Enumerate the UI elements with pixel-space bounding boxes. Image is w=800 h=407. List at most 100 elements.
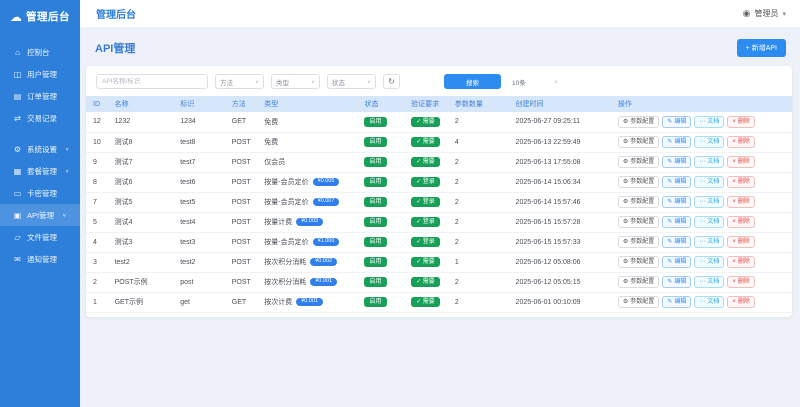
edit-button[interactable]: ✎ 编辑 xyxy=(662,115,692,128)
params-button[interactable]: ⚙ 参数配置 xyxy=(617,216,660,228)
edit-button[interactable]: ✎ 编辑 xyxy=(662,236,692,248)
edit-button[interactable]: ✎ 编辑 xyxy=(662,296,692,308)
sidebar-item-cards[interactable]: ▭ 卡密管理 xyxy=(0,182,80,204)
docs-button[interactable]: ⋯ 文档 xyxy=(694,216,725,228)
page-size-select[interactable]: 10条 ∨ xyxy=(509,74,561,89)
type-label: 免费 xyxy=(264,118,279,126)
docs-button[interactable]: ⋯ 文档 xyxy=(694,256,725,268)
delete-button[interactable]: × 删除 xyxy=(727,236,755,248)
chevron-down-icon: ∨ xyxy=(310,79,315,84)
sidebar-item-settings[interactable]: ⚙ 系统设置 ∨ xyxy=(0,138,80,160)
cell-type: 按次积分消耗 ¥0.001 xyxy=(258,272,359,293)
edit-button-label: 编辑 xyxy=(674,139,687,145)
params-button-label: 参数配置 xyxy=(630,219,655,225)
delete-button[interactable]: × 删除 xyxy=(727,276,755,288)
params-button[interactable]: ⚙ 参数配置 xyxy=(617,115,660,128)
cell-name: POST示例 xyxy=(108,272,175,293)
params-button[interactable]: ⚙ 参数配置 xyxy=(617,276,660,288)
chevron-down-icon: ∨ xyxy=(553,79,558,84)
delete-button[interactable]: × 删除 xyxy=(727,256,755,268)
status-select[interactable]: 状态 ∨ xyxy=(327,74,376,89)
edit-button[interactable]: ✎ 编辑 xyxy=(662,216,692,228)
price-badge: ¥0.007 xyxy=(312,197,340,207)
column-header: 创建时间 xyxy=(509,96,612,112)
delete-button[interactable]: × 删除 xyxy=(727,196,755,208)
search-button[interactable]: 搜索 xyxy=(444,74,501,89)
cell-verify: ✓ 需要 xyxy=(405,272,449,293)
edit-button[interactable]: ✎ 编辑 xyxy=(662,136,692,148)
edit-button-label: 编辑 xyxy=(674,239,687,245)
page-title: API管理 xyxy=(95,43,136,55)
params-button[interactable]: ⚙ 参数配置 xyxy=(617,156,660,168)
column-header: 操作 xyxy=(611,96,792,112)
docs-button[interactable]: ⋯ 文档 xyxy=(694,236,725,248)
delete-button[interactable]: × 删除 xyxy=(727,216,755,228)
params-button-label: 参数配置 xyxy=(630,259,655,265)
edit-button[interactable]: ✎ 编辑 xyxy=(662,276,692,288)
user-name: 管理员 xyxy=(754,9,779,18)
docs-button[interactable]: ⋯ 文档 xyxy=(694,156,725,168)
params-button[interactable]: ⚙ 参数配置 xyxy=(617,296,660,308)
params-button[interactable]: ⚙ 参数配置 xyxy=(617,136,660,148)
sidebar-item-api[interactable]: ▣ API管理 ∨ xyxy=(0,204,80,226)
sidebar-item-orders[interactable]: ▤ 订单管理 xyxy=(0,85,80,107)
delete-button[interactable]: × 删除 xyxy=(727,136,755,148)
status-badge: 启用 xyxy=(364,157,387,167)
column-header: ID xyxy=(86,96,109,112)
delete-button[interactable]: × 删除 xyxy=(727,156,755,168)
edit-button[interactable]: ✎ 编辑 xyxy=(662,156,692,168)
verify-badge: ✓ 需要 xyxy=(411,277,440,287)
params-button[interactable]: ⚙ 参数配置 xyxy=(617,176,660,188)
docs-button[interactable]: ⋯ 文档 xyxy=(694,296,725,308)
row-actions: ⚙ 参数配置 ✎ 编辑 ⋯ 文档 × 删除 xyxy=(617,216,792,228)
search-input[interactable] xyxy=(96,74,208,89)
docs-button[interactable]: ⋯ 文档 xyxy=(694,276,725,288)
sidebar-item-files[interactable]: ▱ 文件管理 xyxy=(0,226,80,248)
cell-verify: ✓ 需要 xyxy=(405,292,449,313)
row-actions: ⚙ 参数配置 ✎ 编辑 ⋯ 文档 × 删除 xyxy=(617,236,792,248)
edit-button-label: 编辑 xyxy=(674,159,687,165)
edit-button[interactable]: ✎ 编辑 xyxy=(662,176,692,188)
params-button[interactable]: ⚙ 参数配置 xyxy=(617,196,660,208)
params-button[interactable]: ⚙ 参数配置 xyxy=(617,256,660,268)
cell-params: 2 xyxy=(448,192,510,213)
docs-button[interactable]: ⋯ 文档 xyxy=(694,115,725,128)
cell-method: POST xyxy=(225,272,259,293)
sidebar-item-dashboard[interactable]: ⌂ 控制台 xyxy=(0,41,80,63)
type-select[interactable]: 类型 ∨ xyxy=(271,74,320,89)
add-api-button[interactable]: + 新增API xyxy=(736,39,786,57)
docs-button[interactable]: ⋯ 文档 xyxy=(694,176,725,188)
edit-button[interactable]: ✎ 编辑 xyxy=(662,196,692,208)
docs-button[interactable]: ⋯ 文档 xyxy=(694,196,725,208)
delete-button[interactable]: × 删除 xyxy=(727,176,755,188)
cell-id: 10 xyxy=(86,132,109,153)
docs-button-label: 文档 xyxy=(707,179,720,185)
docs-button[interactable]: ⋯ 文档 xyxy=(694,136,725,148)
sidebar-item-notify[interactable]: ✉ 通知管理 xyxy=(0,248,80,270)
delete-button[interactable]: × 删除 xyxy=(727,115,755,128)
params-button[interactable]: ⚙ 参数配置 xyxy=(617,236,660,248)
sidebar-item-packages[interactable]: ▦ 套餐管理 ∨ xyxy=(0,160,80,182)
edit-button[interactable]: ✎ 编辑 xyxy=(662,256,692,268)
delete-icon: × xyxy=(732,179,736,185)
edit-icon: ✎ xyxy=(667,159,673,165)
user-menu[interactable]: ◉ 管理员 ▾ xyxy=(743,8,786,19)
chevron-down-icon: ∨ xyxy=(254,79,259,84)
sidebar-item-transactions[interactable]: ⇄ 交易记录 xyxy=(0,107,80,129)
cell-name: 1232 xyxy=(108,112,175,133)
column-header: 名称 xyxy=(108,96,175,112)
cell-type: 按次计费 ¥0.001 xyxy=(258,292,359,313)
cell-created: 2025-06-01 00:10:09 xyxy=(509,292,612,313)
type-label: 按量-会员定价 xyxy=(264,179,309,186)
cell-status: 启用 xyxy=(358,112,406,133)
delete-button-label: 删除 xyxy=(737,239,750,245)
reset-button[interactable]: ↻ xyxy=(383,74,400,89)
cell-actions: ⚙ 参数配置 ✎ 编辑 ⋯ 文档 × 删除 xyxy=(611,112,792,133)
row-actions: ⚙ 参数配置 ✎ 编辑 ⋯ 文档 × 删除 xyxy=(617,276,792,288)
sidebar-item-users[interactable]: ◫ 用户管理 xyxy=(0,63,80,85)
type-select-value: 类型 xyxy=(276,79,289,87)
table-row: 1 GET示例 get GET 按次计费 ¥0.001 启用 ✓ 需要 2 2025-06-01 … xyxy=(86,292,792,313)
method-select[interactable]: 方法 ∨ xyxy=(215,74,264,89)
delete-button[interactable]: × 删除 xyxy=(727,296,755,308)
docs-button-label: 文档 xyxy=(707,118,720,125)
